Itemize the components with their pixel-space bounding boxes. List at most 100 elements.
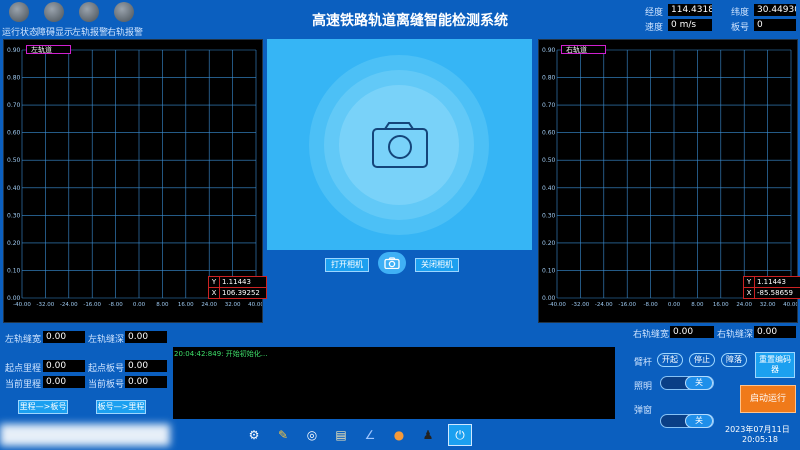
left-chart-y-tick-label: 0.60 xyxy=(7,130,21,137)
start-run-label: 启动运行 xyxy=(749,394,786,404)
left-chart-y-tick-label: 0.50 xyxy=(7,157,21,164)
settings-icon[interactable]: ⚙ xyxy=(245,426,263,444)
right-chart-x-tick-label: 16.00 xyxy=(713,302,729,308)
document-edit-icon[interactable]: ✎ xyxy=(274,426,292,444)
y-key: Y xyxy=(744,277,755,287)
right-chart-y-tick-label: 0.40 xyxy=(542,185,556,192)
right-chart-y-tick-label: 0.50 xyxy=(542,157,556,164)
snapshot-camera-icon xyxy=(384,257,400,269)
right-chart-y-tick-label: 0.30 xyxy=(542,212,556,219)
light-label: 照明 xyxy=(634,382,653,392)
camera-preview xyxy=(267,39,532,250)
reset-encoder-button[interactable]: 重置编码器 xyxy=(755,352,795,378)
left-gap-width-label: 左轨缝宽 xyxy=(5,335,42,345)
right-chart-y-tick-label: 0.00 xyxy=(542,295,556,302)
current-board-label: 当前板号 xyxy=(88,380,125,390)
board-number-value: 0 xyxy=(754,19,796,31)
arm-open-button[interactable]: 开起 xyxy=(657,353,683,367)
right-chart-x-tick-label: -16.00 xyxy=(618,302,636,308)
power-icon[interactable]: ⏻ xyxy=(448,424,472,446)
right-gap-depth-label: 右轨缝深 xyxy=(717,330,754,340)
left-x-value: 106.39252 xyxy=(222,289,260,297)
right-alarm-lamp xyxy=(114,2,134,22)
user-icon[interactable]: ♟ xyxy=(419,426,437,444)
board-number-label: 板号 xyxy=(731,23,750,33)
current-board-value: 0.00 xyxy=(125,376,167,388)
left-alarm-lamp xyxy=(79,2,99,22)
window-label: 弹窗 xyxy=(634,406,653,416)
right-x-value: -85.58659 xyxy=(757,289,793,297)
right-y-value: 1.11443 xyxy=(757,278,786,286)
app-title: 高速铁路轨道离缝智能检测系统 xyxy=(312,13,508,29)
left-chart-x-tick-label: 32.00 xyxy=(225,302,241,308)
left-chart-x-tick-label: 8.00 xyxy=(156,302,169,308)
arm-fault-button[interactable]: 障落 xyxy=(721,353,747,367)
left-chart-y-tick-label: 0.70 xyxy=(7,102,21,109)
right-chart-y-tick-label: 0.70 xyxy=(542,102,556,109)
left-chart-x-tick-label: -32.00 xyxy=(37,302,55,308)
taskbar: ⚙ ✎ ◎ ▤ ∠ ● ♟ ⏻ xyxy=(245,424,485,446)
x-key: X xyxy=(209,288,220,298)
arm-stop-button[interactable]: 停止 xyxy=(689,353,715,367)
start-board-input[interactable]: 0.00 xyxy=(125,360,167,372)
mileage-to-board-button[interactable]: 里程—>板号 xyxy=(18,400,68,414)
orb-icon[interactable]: ● xyxy=(390,426,408,444)
start-run-button[interactable]: 启动运行 xyxy=(740,385,796,413)
right-chart-y-tick-label: 0.60 xyxy=(542,130,556,137)
right-chart-y-tick-label: 0.80 xyxy=(542,75,556,82)
arm-label: 臂杆 xyxy=(634,358,653,368)
left-chart-y-tick-label: 0.00 xyxy=(7,295,21,302)
left-chart-y-tick-label: 0.90 xyxy=(7,47,21,54)
left-rail-chart: 0.90 0.80 0.70 0.60 0.50 0.40 0.30 0.20 0.10 0.00… xyxy=(3,39,267,323)
left-chart-x-tick-label: 0.00 xyxy=(133,302,146,308)
clipboard-icon[interactable]: ▤ xyxy=(332,426,350,444)
right-chart-x-tick-label: 0.00 xyxy=(668,302,681,308)
speed-value: 0 m/s xyxy=(668,19,712,31)
snapshot-button[interactable] xyxy=(378,252,406,274)
right-gap-width-value: 0.00 xyxy=(670,326,714,338)
date-display: 2023年07月11日 xyxy=(725,425,790,434)
current-mileage-value: 0.00 xyxy=(43,376,85,388)
binoculars-icon[interactable]: ◎ xyxy=(303,426,321,444)
right-alarm-label: 右轨报警 xyxy=(107,28,144,38)
window-toggle[interactable]: 关 xyxy=(660,414,714,428)
time-display: 20:05:18 xyxy=(742,435,778,444)
left-chart-y-tick-label: 0.40 xyxy=(7,185,21,192)
close-camera-button[interactable]: 关闭相机 xyxy=(415,258,459,272)
y-key: Y xyxy=(209,277,220,287)
reset-encoder-label: 重置编码器 xyxy=(759,355,791,374)
right-chart-y-tick-label: 0.90 xyxy=(542,47,556,54)
right-chart-x-tick-label: 32.00 xyxy=(760,302,776,308)
light-toggle-state: 关 xyxy=(685,376,713,390)
log-panel: 20:04:42:849: 开始初始化... xyxy=(173,347,615,419)
longitude-label: 经度 xyxy=(645,8,664,18)
x-key: X xyxy=(744,288,755,298)
left-chart-x-tick-label: -40.00 xyxy=(13,302,31,308)
run-status-label: 运行状态 xyxy=(2,28,39,38)
current-mileage-label: 当前里程 xyxy=(5,380,42,390)
right-chart-readout: Y 1.11443 X -85.58659 xyxy=(743,276,800,299)
left-gap-depth-label: 左轨缝深 xyxy=(88,335,125,345)
start-mileage-input[interactable]: 0.00 xyxy=(43,360,85,372)
board-to-mileage-button[interactable]: 板号—>里程 xyxy=(96,400,146,414)
obstacle-lamp xyxy=(44,2,64,22)
longitude-value: 114.43180 xyxy=(668,4,712,16)
right-chart-legend: 右轨道 xyxy=(561,45,606,54)
log-line: 20:04:42:849: 开始初始化... xyxy=(174,350,268,358)
speed-label: 速度 xyxy=(645,23,664,33)
chart-tool-icon[interactable]: ∠ xyxy=(361,426,379,444)
light-toggle[interactable]: 关 xyxy=(660,376,714,390)
left-alarm-label: 左轨报警 xyxy=(72,28,109,38)
start-board-label: 起点板号 xyxy=(88,364,125,374)
start-mileage-label: 起点里程 xyxy=(5,364,42,374)
open-camera-button[interactable]: 打开相机 xyxy=(325,258,369,272)
right-gap-depth-value: 0.00 xyxy=(754,326,796,338)
right-chart-x-tick-label: 40.00 xyxy=(783,302,797,308)
right-rail-chart: 0.90 0.80 0.70 0.60 0.50 0.40 0.30 0.20 0.10 0.00… xyxy=(538,39,800,323)
right-chart-x-tick-label: -8.00 xyxy=(643,302,658,308)
run-status-lamp xyxy=(9,2,29,22)
left-y-value: 1.11443 xyxy=(222,278,251,286)
left-chart-x-tick-label: 40.00 xyxy=(248,302,262,308)
right-chart-x-tick-label: 8.00 xyxy=(691,302,704,308)
left-chart-x-tick-label: -24.00 xyxy=(60,302,78,308)
